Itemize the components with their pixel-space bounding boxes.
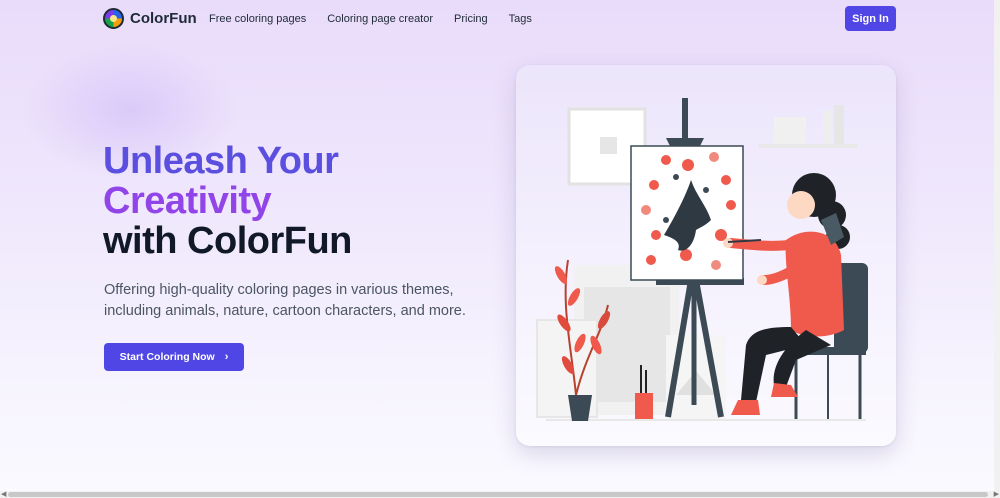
hero-subtitle: Offering high-quality coloring pages in … xyxy=(104,282,466,319)
hero-headline: Unleash Your Creativity with ColorFun xyxy=(103,141,352,261)
scroll-right-arrow-icon[interactable]: ▶ xyxy=(994,491,999,498)
brand-logo[interactable]: ColorFun xyxy=(103,8,197,29)
scroll-left-arrow-icon[interactable]: ◀ xyxy=(1,491,6,498)
artist-painting-at-easel-illustration xyxy=(536,98,868,421)
chevron-right-icon: › xyxy=(224,351,229,363)
headline-line-1: Unleash Your xyxy=(103,140,339,182)
headline-line-2: Creativity xyxy=(103,180,272,222)
horizontal-scrollbar-thumb[interactable] xyxy=(8,492,988,497)
nav-link-pricing[interactable]: Pricing xyxy=(454,13,488,25)
sign-in-button[interactable]: Sign In xyxy=(845,6,896,31)
brand-name: ColorFun xyxy=(130,10,197,27)
headline-line-3: with ColorFun xyxy=(103,220,352,262)
nav-links: Free coloring pages Coloring page creato… xyxy=(209,13,553,25)
hero-illustration-card xyxy=(516,65,896,446)
top-navigation: ColorFun Free coloring pages Coloring pa… xyxy=(0,0,1000,38)
nav-link-coloring-page-creator[interactable]: Coloring page creator xyxy=(327,13,433,25)
nav-link-tags[interactable]: Tags xyxy=(509,13,532,25)
nav-link-free-coloring-pages[interactable]: Free coloring pages xyxy=(209,13,306,25)
vertical-scrollbar[interactable] xyxy=(994,0,1000,498)
horizontal-scrollbar[interactable]: ◀ ▶ xyxy=(0,491,1000,498)
start-coloring-label: Start Coloring Now xyxy=(119,351,215,363)
palette-logo-icon xyxy=(103,8,124,29)
start-coloring-button[interactable]: Start Coloring Now › xyxy=(104,343,244,371)
